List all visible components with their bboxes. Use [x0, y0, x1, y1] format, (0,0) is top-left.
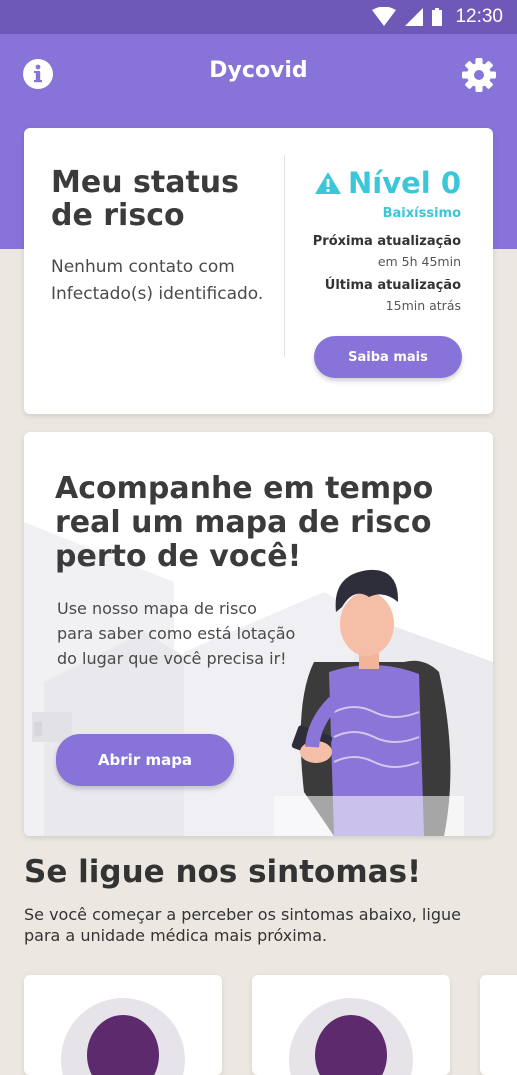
next-update-label: Próxima atualização	[312, 234, 461, 249]
person-avatar-illustration	[289, 998, 413, 1075]
symptom-card[interactable]	[24, 975, 222, 1075]
risk-status-title: Meu status de risco	[51, 165, 239, 233]
last-update-label: Última atualização	[324, 278, 461, 293]
next-update-value: em 5h 45min	[377, 254, 461, 269]
symptom-card[interactable]	[480, 975, 517, 1075]
person-avatar-illustration	[61, 998, 185, 1075]
warning-icon	[315, 172, 341, 194]
map-card-title: Acompanhe em tempo real um mapa de risco…	[55, 471, 434, 574]
risk-level: Nível 0	[314, 166, 461, 200]
status-time: 12:30	[455, 6, 503, 27]
symptoms-title: Se ligue nos sintomas!	[24, 854, 422, 890]
risk-level-label: Nível 0	[348, 166, 461, 200]
symptoms-description: Se você começar a perceber os sintomas a…	[24, 905, 461, 945]
wifi-icon	[372, 7, 397, 26]
symptom-card[interactable]	[252, 975, 450, 1075]
risk-status-card: Meu status de risco Nenhum contato com I…	[24, 128, 493, 414]
map-card: Acompanhe em tempo real um mapa de risco…	[24, 432, 493, 836]
last-update-value: 15min atrás	[385, 298, 461, 313]
signal-icon	[405, 8, 424, 26]
gear-icon[interactable]	[461, 57, 497, 93]
map-card-description: Use nosso mapa de risco para saber como …	[57, 599, 296, 668]
status-bar: 12:30	[0, 0, 517, 34]
abrir-mapa-button[interactable]: Abrir mapa	[56, 734, 234, 786]
risk-level-sub: Baixíssimo	[382, 206, 461, 221]
app-title: Dycovid	[209, 58, 308, 83]
divider	[284, 155, 285, 357]
battery-icon	[432, 8, 443, 26]
saiba-mais-button[interactable]: Saiba mais	[314, 336, 462, 378]
risk-status-description: Nenhum contato com Infectado(s) identifi…	[51, 257, 264, 304]
man-with-phone-illustration	[274, 569, 464, 836]
